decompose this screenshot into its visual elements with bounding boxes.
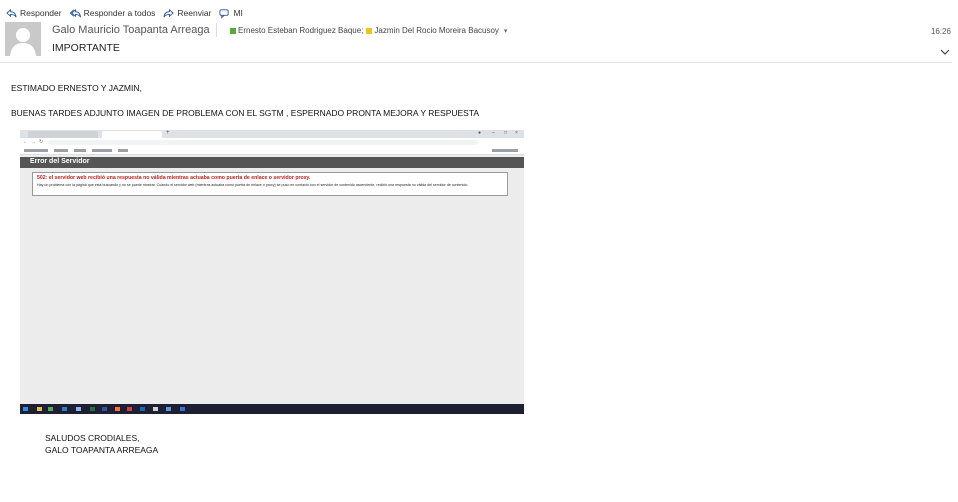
taskbar-app-icon xyxy=(48,407,53,411)
presence-available-icon xyxy=(230,27,236,34)
error-description: Hay un problema con la página que está b… xyxy=(37,183,469,187)
start-icon xyxy=(23,407,28,411)
chevron-down-icon[interactable] xyxy=(940,48,950,56)
forward-button[interactable]: Reenviar xyxy=(163,8,211,19)
taskbar-app-icon xyxy=(37,407,42,411)
recipients-list: Ernesto Esteban Rodriguez Baque; Jazmin … xyxy=(230,26,507,35)
taskbar-app-icon xyxy=(127,407,132,411)
browser-tab xyxy=(28,131,98,138)
recipient-jazmin[interactable]: Jazmin Del Rocio Moreira Bacusoy xyxy=(366,26,499,35)
close-icon: × xyxy=(515,130,518,136)
new-tab-icon: + xyxy=(166,130,170,136)
sender-name[interactable]: Galo Mauricio Toapanta Arreaga xyxy=(52,24,210,36)
taskbar-app-icon xyxy=(115,407,120,411)
embedded-screenshot[interactable]: + ● – □ × ← → ↻ Error del Servidor 502: … xyxy=(20,130,524,414)
browser-account-icon: ● xyxy=(478,130,482,136)
browser-tab-active xyxy=(102,131,162,138)
browser-url-field xyxy=(48,140,478,145)
im-label: MI xyxy=(233,8,243,18)
recipient-name: Jazmin Del Rocio Moreira Bacusoy xyxy=(374,26,499,35)
error-title-bar: Error del Servidor xyxy=(20,157,524,168)
error-message-box: 502: el servidor web recibió una respues… xyxy=(32,172,508,196)
reply-all-icon xyxy=(69,8,81,17)
bookmark-item xyxy=(118,149,128,152)
header-separator xyxy=(216,23,217,37)
bookmark-item xyxy=(24,149,48,152)
bookmark-item xyxy=(54,149,68,152)
im-button[interactable]: MI xyxy=(219,8,243,19)
reply-all-button[interactable]: Responder a todos xyxy=(69,8,156,19)
back-icon: ← xyxy=(23,139,28,145)
presence-away-icon xyxy=(366,27,373,34)
signature-name: GALO TOAPANTA ARREAGA xyxy=(45,445,159,455)
taskbar-app-icon xyxy=(140,407,145,411)
recipients-dropdown-icon[interactable]: ▾ xyxy=(504,27,508,35)
reply-button[interactable]: Responder xyxy=(6,8,62,19)
signature-closing: SALUDOS CRODIALES, xyxy=(45,433,140,443)
taskbar-app-icon xyxy=(76,407,81,411)
taskbar-app-icon xyxy=(166,407,171,411)
maximize-icon: □ xyxy=(504,130,508,136)
forward-icon xyxy=(163,8,175,17)
reply-label: Responder xyxy=(20,8,62,18)
subject: IMPORTANTE xyxy=(52,42,120,54)
error-heading: 502: el servidor web recibió una respues… xyxy=(37,175,311,181)
recipient-ernesto[interactable]: Ernesto Esteban Rodriguez Baque; xyxy=(230,26,366,35)
browser-bookmarks-bar xyxy=(20,147,524,155)
message-toolbar: Responder Responder a todos Reenviar MI xyxy=(6,6,251,20)
recipient-name: Ernesto Esteban Rodriguez Baque; xyxy=(238,26,364,35)
browser-tab-strip: + ● – □ × xyxy=(20,130,524,138)
bookmark-item xyxy=(74,149,86,152)
taskbar-app-icon xyxy=(90,407,95,411)
header-divider xyxy=(0,62,952,63)
avatar[interactable] xyxy=(5,22,41,56)
forward-label: Reenviar xyxy=(177,8,212,18)
reply-all-label: Responder a todos xyxy=(83,8,156,18)
received-time: 16:26 xyxy=(930,27,951,36)
taskbar-app-icon xyxy=(153,407,158,411)
taskbar-app-icon xyxy=(62,407,67,411)
greeting: ESTIMADO ERNESTO Y JAZMIN, xyxy=(11,83,142,93)
minimize-icon: – xyxy=(492,130,495,136)
browser-address-bar: ← → ↻ xyxy=(20,138,524,147)
message-text: BUENAS TARDES ADJUNTO IMAGEN DE PROBLEMA… xyxy=(11,108,480,118)
bookmark-item xyxy=(492,149,518,152)
person-icon xyxy=(10,28,36,56)
taskbar-app-icon xyxy=(180,407,185,411)
reply-icon xyxy=(6,8,17,17)
chat-icon xyxy=(219,8,230,19)
taskbar-app-icon xyxy=(102,407,107,411)
windows-taskbar xyxy=(20,404,524,414)
reload-icon: ↻ xyxy=(39,139,44,145)
bookmark-item xyxy=(92,149,112,152)
error-page-title: Error del Servidor xyxy=(30,158,90,165)
forward-nav-icon: → xyxy=(31,139,36,145)
